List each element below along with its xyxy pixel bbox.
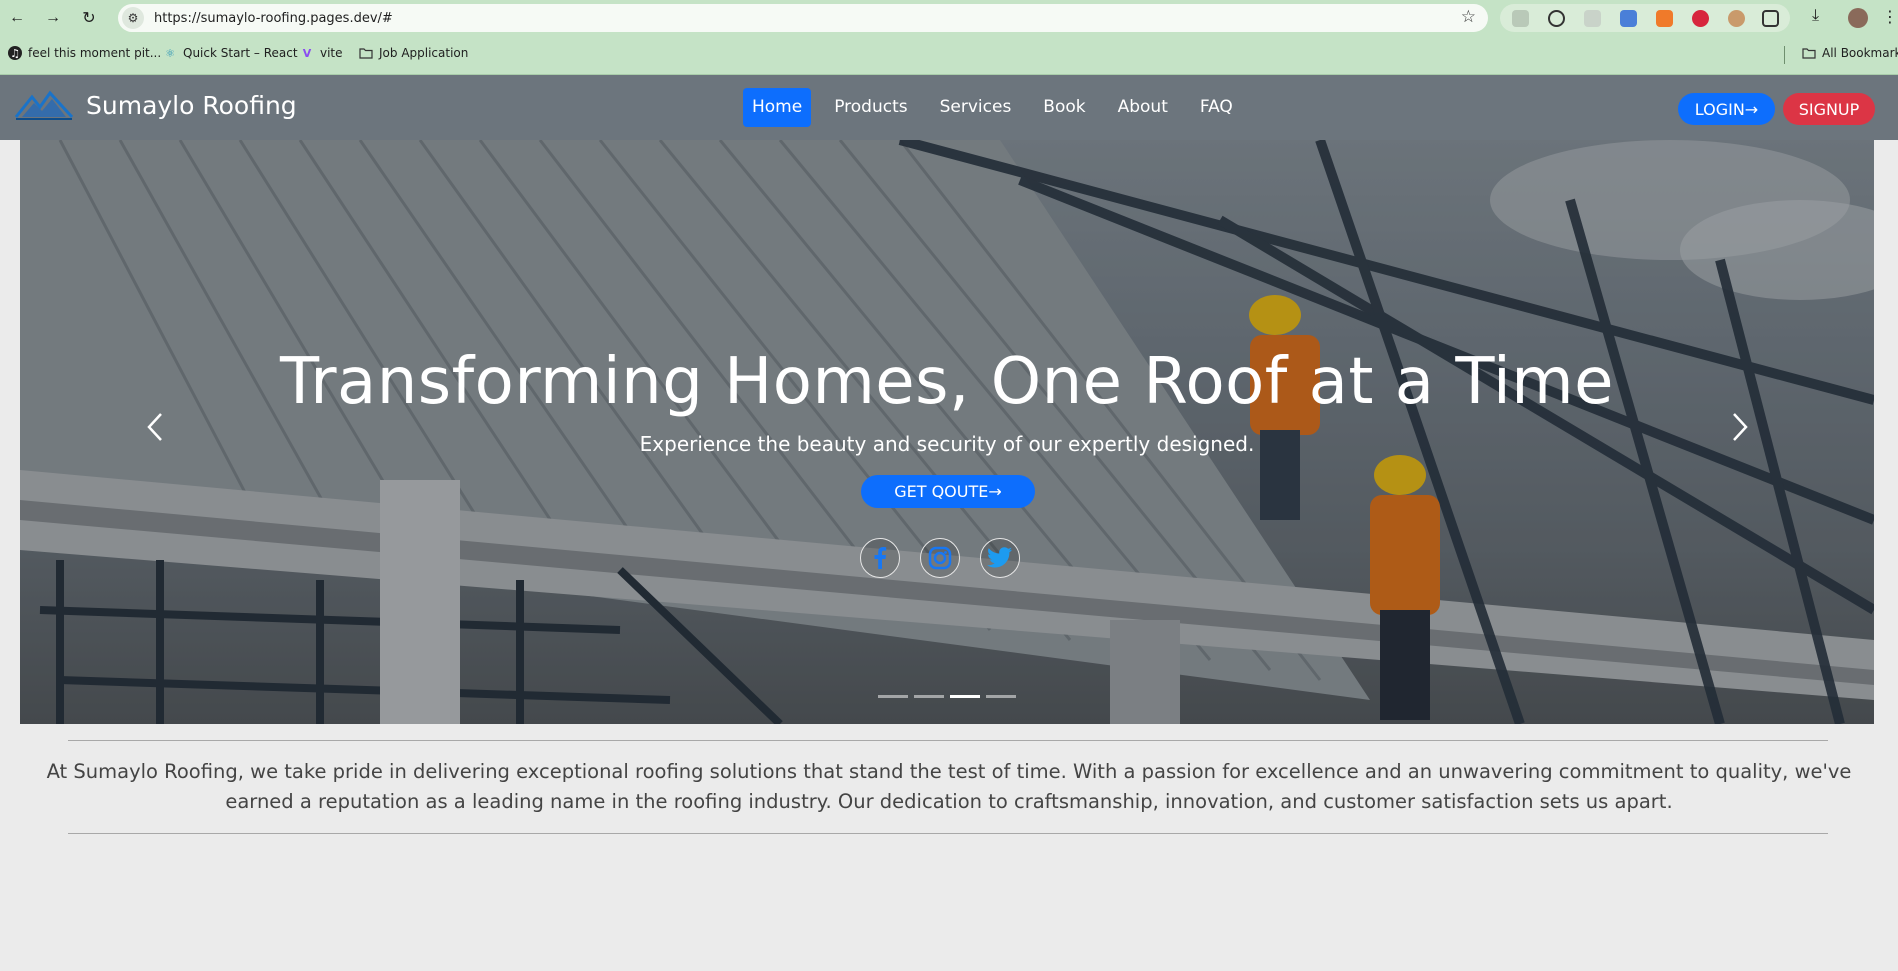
intro-paragraph: At Sumaylo Roofing, we take pride in del… [46,760,1852,813]
react-icon: ⚛ [165,46,175,60]
extension-icon[interactable] [1548,10,1565,27]
extension-icon[interactable] [1512,10,1529,27]
carousel-indicator[interactable] [914,695,944,698]
download-icon[interactable]: ⤓ [1812,7,1819,25]
divider-top [68,740,1828,741]
carousel-indicators [878,695,1022,698]
vite-icon: V [302,46,312,60]
bookmark-label: feel this moment pit... [28,46,162,60]
nav-faq[interactable]: FAQ [1191,88,1242,127]
hero-carousel: Transforming Homes, One Roof at a Time E… [20,140,1874,724]
instagram-icon [928,546,952,570]
extension-icon[interactable] [1584,10,1601,27]
carousel-indicator-active[interactable] [950,695,980,698]
login-button[interactable]: LOGIN→ [1678,93,1775,125]
carousel-indicator[interactable] [986,695,1016,698]
bookmark-label: vite [320,46,343,60]
extensions-bar [1500,4,1790,32]
all-bookmarks[interactable]: All Bookmarks [1802,46,1898,60]
hero-subtitle: Experience the beauty and security of ou… [639,432,1255,456]
extension-icon[interactable] [1620,10,1637,27]
extension-icon[interactable] [1656,10,1673,27]
nav-book[interactable]: Book [1034,88,1094,127]
mountain-logo-icon [14,90,74,120]
carousel-indicator[interactable] [878,695,908,698]
bookmark-item[interactable]: ⚛ Quick Start – React [163,46,298,60]
bookmark-label: Job Application [379,46,469,60]
bookmarks-divider [1784,46,1785,64]
url-text[interactable]: https://sumaylo-roofing.pages.dev/# [154,11,393,26]
extension-icon[interactable] [1728,10,1745,27]
twitter-button[interactable] [980,538,1020,578]
bookmark-item[interactable]: V vite [300,46,343,60]
facebook-button[interactable] [860,538,900,578]
music-icon: ♫ [8,46,22,60]
nav-products[interactable]: Products [825,88,916,127]
bookmark-item[interactable]: ♫ feel this moment pit... [8,46,161,60]
get-quote-button[interactable]: GET QOUTE→ [861,475,1035,508]
facebook-icon [874,547,887,569]
main-menu: Home Products Services Book About FAQ [743,88,1256,127]
puzzle-icon[interactable] [1762,10,1779,27]
signup-button[interactable]: SIGNUP [1783,93,1875,125]
twitter-icon [987,547,1012,568]
brand-name: Sumaylo Roofing [86,90,297,120]
nav-home[interactable]: Home [743,88,812,127]
bookmark-label: Quick Start – React [183,46,298,60]
nav-about[interactable]: About [1109,88,1177,127]
folder-icon [1802,46,1816,60]
folder-icon [359,46,373,60]
address-bar[interactable]: ⚙ https://sumaylo-roofing.pages.dev/# ☆ [118,4,1488,32]
bookmarks-bar: ♫ feel this moment pit... ⚛ Quick Start … [0,36,1898,75]
menu-kebab-icon[interactable]: ⋮ [1882,7,1898,27]
reload-icon[interactable]: ↻ [78,7,100,29]
site-info-icon[interactable]: ⚙ [122,7,144,29]
divider-bottom [68,833,1828,834]
brand-link[interactable]: Sumaylo Roofing [14,87,297,123]
back-icon[interactable]: ← [6,7,28,29]
hero-title: Transforming Homes, One Roof at a Time [280,345,1614,419]
bookmark-star-icon[interactable]: ☆ [1461,7,1476,27]
browser-toolbar: ← → ↻ ⚙ https://sumaylo-roofing.pages.de… [0,0,1898,36]
nav-services[interactable]: Services [931,88,1021,127]
site-navbar: Sumaylo Roofing Home Products Services B… [0,75,1898,140]
bookmark-item[interactable]: Job Application [359,46,468,60]
instagram-button[interactable] [920,538,960,578]
forward-icon[interactable]: → [42,7,64,29]
all-bookmarks-label: All Bookmarks [1822,46,1898,60]
adblock-icon[interactable] [1692,10,1709,27]
profile-avatar[interactable] [1848,8,1868,28]
